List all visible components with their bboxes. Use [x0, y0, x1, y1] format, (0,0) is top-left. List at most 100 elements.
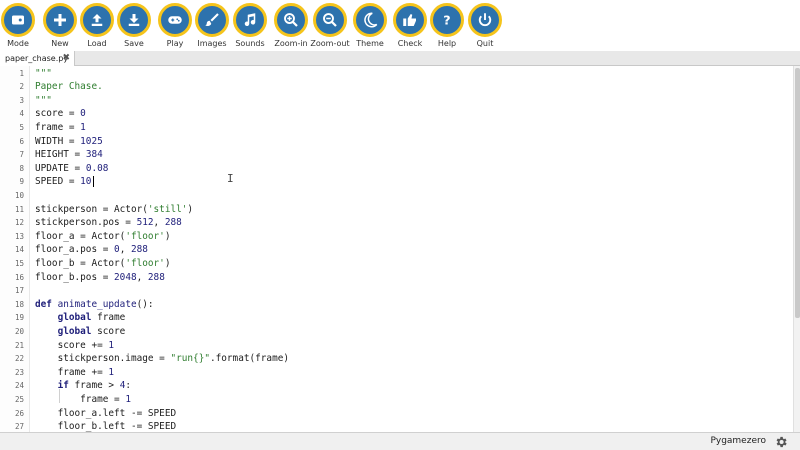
code-line[interactable]: 11 stickperson = Actor('still'): [0, 203, 790, 217]
code-line[interactable]: 10: [0, 189, 790, 203]
code-area[interactable]: 1 """ 2 Paper Chase. 3 """ 4 score = 0 5 frame = …: [0, 66, 793, 433]
line-number: 3: [19, 95, 24, 105]
upload-icon: [80, 3, 114, 37]
code-editor[interactable]: 1 """ 2 Paper Chase. 3 """ 4 score = 0 5 frame = …: [0, 66, 800, 432]
code-text[interactable]: frame = 1: [35, 393, 131, 407]
line-number: 8: [19, 163, 24, 173]
line-number: 22: [14, 354, 24, 364]
line-number: 13: [14, 231, 24, 241]
code-text[interactable]: global score: [35, 325, 126, 339]
plus-icon: [43, 3, 77, 37]
code-line[interactable]: 14 floor_a.pos = 0, 288: [0, 243, 790, 257]
code-line[interactable]: 7 HEIGHT = 384: [0, 148, 790, 162]
quit-button[interactable]: Quit: [465, 3, 505, 51]
code-text[interactable]: def animate_update():: [35, 298, 154, 312]
code-text[interactable]: """: [35, 67, 52, 81]
code-line[interactable]: 18 def animate_update():: [0, 298, 790, 312]
line-number: 23: [14, 367, 24, 377]
vertical-scrollbar[interactable]: [793, 66, 800, 432]
line-number: 14: [14, 245, 24, 255]
code-text[interactable]: floor_a.left -= SPEED: [35, 407, 177, 421]
brush-icon: [195, 3, 229, 37]
line-number: 27: [14, 422, 24, 432]
tab-paper-chase[interactable]: paper_chase.py ✖: [0, 51, 75, 66]
code-line[interactable]: 19 global frame: [0, 311, 790, 325]
code-line[interactable]: 8 UPDATE = 0.08: [0, 162, 790, 176]
code-text[interactable]: floor_b = Actor('floor'): [35, 257, 170, 271]
code-line[interactable]: 12 stickperson.pos = 512, 288: [0, 216, 790, 230]
line-number: 26: [14, 408, 24, 418]
code-line[interactable]: 4 score = 0: [0, 107, 790, 121]
line-number: 5: [19, 122, 24, 132]
code-line[interactable]: 25 frame = 1: [0, 393, 790, 407]
code-line[interactable]: 24 if frame > 4:: [0, 379, 790, 393]
line-number: 2: [19, 82, 24, 92]
code-line[interactable]: 9 SPEED = 10: [0, 175, 790, 189]
line-number: 19: [14, 313, 24, 323]
status-bar: Pygamezero: [0, 432, 800, 450]
code-line[interactable]: 20 global score: [0, 325, 790, 339]
code-text[interactable]: WIDTH = 1025: [35, 135, 103, 149]
text-cursor: [93, 176, 94, 187]
code-text[interactable]: UPDATE = 0.08: [35, 162, 108, 176]
code-text[interactable]: frame += 1: [35, 366, 114, 380]
code-text[interactable]: stickperson = Actor('still'): [35, 203, 193, 217]
code-text[interactable]: global frame: [35, 311, 126, 325]
gamepad-icon: [158, 3, 192, 37]
code-line[interactable]: 21 score += 1: [0, 339, 790, 353]
code-text[interactable]: SPEED = 10: [35, 175, 91, 189]
tab-bar: paper_chase.py ✖: [0, 51, 800, 66]
code-line[interactable]: 5 frame = 1: [0, 121, 790, 135]
gear-icon[interactable]: [774, 435, 788, 449]
tab-filename: paper_chase.py: [5, 54, 69, 63]
line-number: 7: [19, 150, 24, 160]
code-line[interactable]: 1 """: [0, 67, 790, 81]
code-line[interactable]: 3 """: [0, 94, 790, 108]
code-text[interactable]: floor_a = Actor('floor'): [35, 230, 170, 244]
line-number: 16: [14, 272, 24, 282]
mode-label: Pygamezero: [710, 436, 766, 446]
code-text[interactable]: floor_b.left -= SPEED: [35, 420, 177, 432]
code-text[interactable]: HEIGHT = 384: [35, 148, 103, 162]
line-number: 11: [14, 204, 24, 214]
code-text[interactable]: """: [35, 94, 52, 108]
code-text[interactable]: floor_a.pos = 0, 288: [35, 243, 148, 257]
scrollbar-thumb[interactable]: [795, 68, 800, 318]
code-line[interactable]: 27 floor_b.left -= SPEED: [0, 420, 790, 432]
code-text[interactable]: stickperson.image = "run{}".format(frame…: [35, 352, 289, 366]
line-number: 21: [14, 340, 24, 350]
zoom-in-icon: [274, 3, 308, 37]
line-number: 24: [14, 381, 24, 391]
quit-label: Quit: [476, 39, 494, 48]
line-number: 9: [19, 177, 24, 187]
moon-icon: [353, 3, 387, 37]
mode-icon: [1, 3, 35, 37]
question-icon: ?: [430, 3, 464, 37]
code-text[interactable]: score += 1: [35, 339, 114, 353]
code-line[interactable]: 23 frame += 1: [0, 366, 790, 380]
code-line[interactable]: 13 floor_a = Actor('floor'): [0, 230, 790, 244]
code-text[interactable]: stickperson.pos = 512, 288: [35, 216, 182, 230]
code-line[interactable]: 26 floor_a.left -= SPEED: [0, 407, 790, 421]
code-line[interactable]: 6 WIDTH = 1025: [0, 135, 790, 149]
i-beam-cursor-icon: I: [227, 172, 234, 185]
code-line[interactable]: 16 floor_b.pos = 2048, 288: [0, 271, 790, 285]
code-line[interactable]: 22 stickperson.image = "run{}".format(fr…: [0, 352, 790, 366]
code-text[interactable]: frame = 1: [35, 121, 86, 135]
toolbar: Mode New Load Save Play Images Sounds Zoom-in Zo…: [0, 0, 800, 51]
code-text[interactable]: score = 0: [35, 107, 86, 121]
indent-guide: [59, 389, 60, 403]
code-line[interactable]: 17: [0, 284, 790, 298]
close-tab-icon[interactable]: ✖: [62, 51, 70, 66]
code-line[interactable]: 2 Paper Chase.: [0, 80, 790, 94]
thumbs-up-icon: [393, 3, 427, 37]
music-note-icon: [233, 3, 267, 37]
zoom-out-icon: [313, 3, 347, 37]
line-number: 4: [19, 109, 24, 119]
code-text[interactable]: Paper Chase.: [35, 80, 103, 94]
line-number: 20: [14, 326, 24, 336]
line-number: 18: [14, 299, 24, 309]
code-line[interactable]: 15 floor_b = Actor('floor'): [0, 257, 790, 271]
code-text[interactable]: if frame > 4:: [35, 379, 131, 393]
code-text[interactable]: floor_b.pos = 2048, 288: [35, 271, 165, 285]
